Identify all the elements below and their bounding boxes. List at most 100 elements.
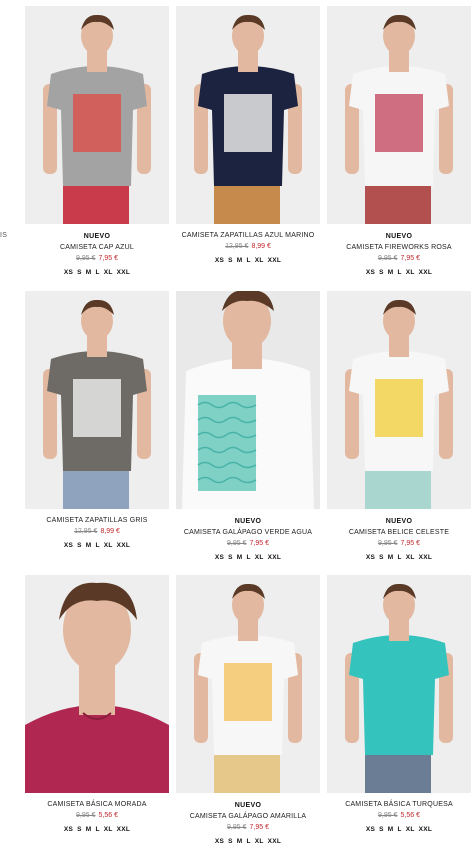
new-badge: NUEVO <box>234 518 262 525</box>
size-option-s[interactable]: S <box>379 826 384 833</box>
size-option-s[interactable]: S <box>77 269 82 276</box>
size-option-xl[interactable]: XL <box>104 269 113 276</box>
product-name[interactable]: CAMISETA ZAPATILLAS AZUL MARINO <box>176 230 320 241</box>
size-option-m[interactable]: M <box>86 542 92 549</box>
size-option-s[interactable]: S <box>228 554 233 561</box>
size-option-l[interactable]: L <box>246 838 250 845</box>
size-option-xxl[interactable]: XXL <box>117 269 131 276</box>
old-price: 9,95 € <box>378 812 398 819</box>
size-option-xxl[interactable]: XXL <box>419 269 433 276</box>
size-option-m[interactable]: M <box>237 257 243 264</box>
product-card[interactable]: CAMISETA BÁSICA TURQUESA 9,95 €5,56 € XS… <box>327 575 471 833</box>
size-option-l[interactable]: L <box>397 269 401 276</box>
product-card[interactable]: CAMISETA BÁSICA MORADA 9,95 €5,56 € XS S M… <box>25 575 169 833</box>
new-badge: NUEVO <box>385 518 413 525</box>
size-option-xs[interactable]: XS <box>64 269 73 276</box>
product-name[interactable]: CAMISETA BELICE CELESTE <box>327 527 471 538</box>
size-option-xxl[interactable]: XXL <box>419 554 433 561</box>
product-image[interactable] <box>25 291 169 509</box>
model-photo <box>194 14 302 224</box>
size-option-xs[interactable]: XS <box>215 257 224 264</box>
size-option-xs[interactable]: XS <box>366 554 375 561</box>
size-option-s[interactable]: S <box>77 826 82 833</box>
product-card[interactable]: NUEVO CAMISETA CAP AZUL 9,95 €7,95 € XS S… <box>25 6 169 276</box>
product-image[interactable] <box>327 6 471 224</box>
product-name[interactable]: CAMISETA BÁSICA TURQUESA <box>327 799 471 810</box>
new-badge: NUEVO <box>83 233 111 240</box>
size-list: XS S M L XL XXL <box>176 257 320 264</box>
product-card[interactable]: NUEVO CAMISETA GALÁPAGO AMARILLA 9,95 €7… <box>176 575 320 845</box>
product-image[interactable] <box>176 291 320 509</box>
size-option-s[interactable]: S <box>228 257 233 264</box>
product-image[interactable] <box>25 6 169 224</box>
size-option-l[interactable]: L <box>95 269 99 276</box>
size-option-xl[interactable]: XL <box>104 542 113 549</box>
size-option-xs[interactable]: XS <box>215 554 224 561</box>
product-image[interactable] <box>176 6 320 224</box>
size-option-l[interactable]: L <box>397 826 401 833</box>
size-option-m[interactable]: M <box>237 838 243 845</box>
size-option-s[interactable]: S <box>379 269 384 276</box>
product-card[interactable]: CAMISETA ZAPATILLAS AZUL MARINO 12,95 €8… <box>176 6 320 264</box>
size-option-xxl[interactable]: XXL <box>268 257 282 264</box>
model-photo <box>345 583 453 793</box>
size-option-xxl[interactable]: XXL <box>268 554 282 561</box>
size-option-m[interactable]: M <box>237 554 243 561</box>
size-option-m[interactable]: M <box>388 826 394 833</box>
sale-price: 7,95 € <box>249 824 269 831</box>
product-name[interactable]: CAMISETA CAP AZUL <box>25 242 169 253</box>
model-photo <box>43 299 151 509</box>
product-name[interactable]: CAMISETA GALÁPAGO VERDE AGUA <box>176 527 320 538</box>
size-option-xl[interactable]: XL <box>255 838 264 845</box>
size-option-s[interactable]: S <box>379 554 384 561</box>
sale-price: 7,95 € <box>249 540 269 547</box>
size-option-xs[interactable]: XS <box>366 269 375 276</box>
sale-price: 7,95 € <box>400 255 420 262</box>
size-option-xs[interactable]: XS <box>215 838 224 845</box>
model-photo <box>194 583 302 793</box>
sale-price: 8,99 € <box>251 243 271 250</box>
size-option-xl[interactable]: XL <box>104 826 113 833</box>
size-option-xs[interactable]: XS <box>366 826 375 833</box>
size-option-s[interactable]: S <box>228 838 233 845</box>
size-option-l[interactable]: L <box>95 826 99 833</box>
product-card[interactable]: NUEVO CAMISETA BELICE CELESTE 9,95 €7,95… <box>327 291 471 561</box>
size-option-m[interactable]: M <box>388 269 394 276</box>
product-image[interactable] <box>25 575 169 793</box>
product-image[interactable] <box>327 291 471 509</box>
old-price: 9,95 € <box>227 824 247 831</box>
size-option-l[interactable]: L <box>397 554 401 561</box>
size-list: XS S M L XL XXL <box>176 838 320 845</box>
product-image[interactable] <box>327 575 471 793</box>
product-name[interactable]: CAMISETA ZAPATILLAS GRIS <box>25 515 169 526</box>
sale-price: 8,99 € <box>100 528 120 535</box>
product-card[interactable]: NUEVO CAMISETA FIREWORKS ROSA 9,95 €7,95… <box>327 6 471 276</box>
old-price: 12,95 € <box>225 243 249 250</box>
size-list: XS S M L XL XXL <box>25 826 169 833</box>
size-option-l[interactable]: L <box>246 257 250 264</box>
size-option-xxl[interactable]: XXL <box>268 838 282 845</box>
size-option-xl[interactable]: XL <box>406 826 415 833</box>
old-price: 12,95 € <box>74 528 98 535</box>
size-option-xxl[interactable]: XXL <box>117 542 131 549</box>
size-option-l[interactable]: L <box>246 554 250 561</box>
product-name[interactable]: CAMISETA BÁSICA MORADA <box>25 799 169 810</box>
size-option-xxl[interactable]: XXL <box>117 826 131 833</box>
size-option-xl[interactable]: XL <box>406 554 415 561</box>
size-option-xs[interactable]: XS <box>64 826 73 833</box>
product-name[interactable]: CAMISETA GALÁPAGO AMARILLA <box>176 811 320 822</box>
size-option-xl[interactable]: XL <box>406 269 415 276</box>
product-image[interactable] <box>176 575 320 793</box>
size-option-xs[interactable]: XS <box>64 542 73 549</box>
product-card[interactable]: CAMISETA ZAPATILLAS GRIS 12,95 €8,99 € X… <box>25 291 169 549</box>
size-option-xxl[interactable]: XXL <box>419 826 433 833</box>
product-name[interactable]: CAMISETA FIREWORKS ROSA <box>327 242 471 253</box>
size-option-m[interactable]: M <box>86 826 92 833</box>
product-card[interactable]: NUEVO CAMISETA GALÁPAGO VERDE AGUA 9,95 … <box>176 291 320 561</box>
size-option-xl[interactable]: XL <box>255 554 264 561</box>
size-option-s[interactable]: S <box>77 542 82 549</box>
size-option-m[interactable]: M <box>86 269 92 276</box>
size-option-xl[interactable]: XL <box>255 257 264 264</box>
size-option-l[interactable]: L <box>95 542 99 549</box>
size-option-m[interactable]: M <box>388 554 394 561</box>
